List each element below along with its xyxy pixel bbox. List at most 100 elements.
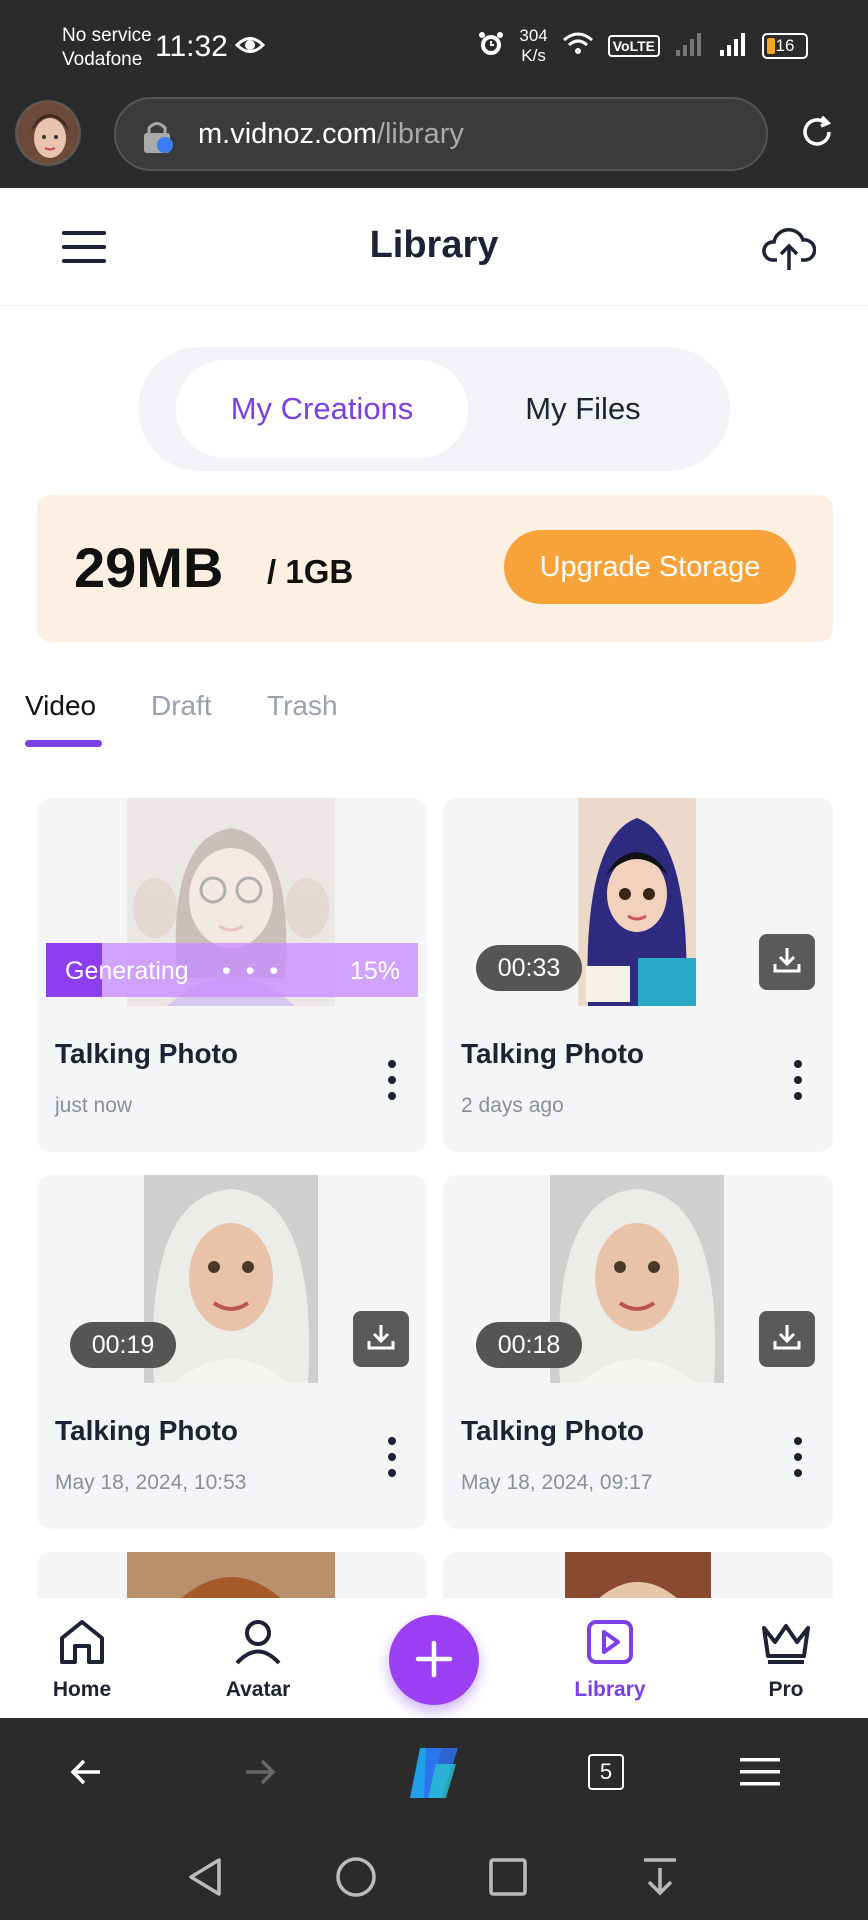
download-button[interactable] [353, 1311, 409, 1367]
back-arrow-icon[interactable] [68, 1754, 104, 1795]
eye-icon [234, 34, 266, 61]
forward-arrow-icon[interactable] [242, 1754, 278, 1795]
more-options-icon[interactable] [387, 1437, 397, 1477]
subtab-draft[interactable]: Draft [151, 690, 212, 722]
video-thumbnail[interactable] [565, 1552, 711, 1598]
carrier-line2: Vodafone [62, 49, 143, 70]
net-speed-unit: K/s [521, 46, 546, 65]
plus-icon [414, 1639, 454, 1682]
download-icon [365, 1321, 397, 1358]
nav-avatar-label: Avatar [225, 1678, 291, 1701]
card-title: Talking Photo [55, 1415, 239, 1446]
download-icon [771, 944, 803, 981]
more-options-icon[interactable] [793, 1437, 803, 1477]
video-card[interactable]: Generating • • • 15% Talking Photo just … [37, 798, 427, 1152]
clock: 11:32 [155, 30, 228, 63]
more-options-icon[interactable] [387, 1060, 397, 1100]
lock-icon[interactable] [138, 117, 178, 162]
storage-total: / 1GB [267, 553, 354, 590]
browser-menu-icon[interactable] [738, 1754, 782, 1795]
alarm-icon [477, 30, 505, 63]
bottom-navigation: Home Avatar Library Pro [0, 1598, 868, 1718]
status-icons: 304 K/s VoLTE 16 [477, 26, 808, 66]
tab-switcher-button[interactable]: 5 [588, 1754, 624, 1790]
volte-badge: VoLTE [607, 35, 660, 57]
cloud-upload-icon[interactable] [762, 224, 817, 277]
carrier-line1: No service [62, 25, 152, 46]
nav-home[interactable]: Home [22, 1618, 142, 1702]
hijab-cartoon-thumbnail [578, 798, 696, 1006]
loading-dots-icon: • • • [222, 957, 283, 985]
system-navigation [0, 1830, 868, 1920]
create-button[interactable] [389, 1615, 479, 1705]
duration-badge: 00:19 [70, 1322, 176, 1368]
storage-card: 29MB / 1GB Upgrade Storage [37, 495, 833, 642]
signal-off-icon [674, 30, 704, 63]
card-timestamp: May 18, 2024, 09:17 [461, 1471, 653, 1494]
nav-library[interactable]: Library [550, 1618, 670, 1702]
library-segment: My Creations My Files [138, 347, 730, 471]
carrier-info: No service Vodafone [62, 24, 152, 72]
card-timestamp: May 18, 2024, 10:53 [55, 1471, 247, 1494]
video-thumbnail[interactable]: 00:33 [443, 798, 833, 1006]
video-thumbnail[interactable]: 00:19 [37, 1175, 427, 1383]
video-thumbnail[interactable]: Generating • • • 15% [37, 798, 427, 1006]
video-thumbnail[interactable]: 00:18 [443, 1175, 833, 1383]
battery-level: 16 [775, 36, 795, 55]
video-card-partial[interactable] [37, 1552, 427, 1598]
video-thumbnail[interactable] [127, 1552, 335, 1598]
battery-icon: 16 [762, 33, 808, 59]
progress-percent: 15% [349, 957, 400, 985]
storage-used: 29MB [74, 536, 224, 599]
download-button[interactable] [759, 1311, 815, 1367]
upgrade-storage-button[interactable]: Upgrade Storage [504, 530, 796, 604]
video-card[interactable]: 00:18 Talking Photo May 18, 2024, 09:17 [443, 1175, 833, 1529]
reload-icon[interactable] [796, 111, 838, 158]
duration-badge: 00:18 [476, 1322, 582, 1368]
video-card[interactable]: 00:19 Talking Photo May 18, 2024, 10:53 [37, 1175, 427, 1529]
url-text[interactable]: m.vidnoz.com/library [198, 118, 464, 151]
active-tab-indicator [25, 740, 102, 747]
avatar-icon [233, 1620, 283, 1671]
card-title: Talking Photo [55, 1038, 239, 1069]
more-options-icon[interactable] [793, 1060, 803, 1100]
tab-my-files[interactable]: My Files [468, 360, 698, 458]
browser-url-bar: m.vidnoz.com/library [0, 95, 868, 188]
nav-pro-label: Pro [768, 1678, 804, 1701]
browser-toolbar: 5 [0, 1718, 868, 1830]
profile-avatar[interactable] [15, 100, 81, 166]
nav-avatar[interactable]: Avatar [198, 1618, 318, 1702]
copilot-icon[interactable] [402, 1744, 466, 1807]
address-bar[interactable]: m.vidnoz.com/library [114, 97, 768, 171]
card-title: Talking Photo [461, 1415, 645, 1446]
page-title: Library [369, 224, 499, 266]
app-header: Library [0, 188, 868, 306]
url-path: /library [376, 117, 464, 150]
video-card-partial[interactable] [443, 1552, 833, 1598]
crown-icon [759, 1624, 813, 1671]
video-grid: Generating • • • 15% Talking Photo just … [37, 798, 833, 1598]
system-home-icon[interactable] [335, 1856, 377, 1903]
card-timestamp: 2 days ago [461, 1094, 564, 1117]
generating-label: Generating [65, 957, 189, 985]
subtab-video[interactable]: Video [25, 690, 96, 722]
notification-pulldown-icon[interactable] [640, 1856, 680, 1903]
system-back-icon[interactable] [185, 1856, 225, 1903]
video-card[interactable]: 00:33 Talking Photo 2 days ago [443, 798, 833, 1152]
net-speed: 304 K/s [519, 26, 547, 66]
generating-progress-bar: Generating • • • 15% [46, 943, 418, 997]
subtab-trash[interactable]: Trash [267, 690, 338, 722]
download-button[interactable] [759, 934, 815, 990]
download-icon [771, 1321, 803, 1358]
wifi-icon [562, 31, 594, 62]
tab-my-creations[interactable]: My Creations [176, 360, 468, 458]
status-bar: No service Vodafone 11:32 304 K/s VoLTE … [0, 0, 868, 95]
home-icon [57, 1620, 107, 1671]
nav-pro[interactable]: Pro [726, 1618, 846, 1702]
system-recents-icon[interactable] [488, 1856, 528, 1903]
card-timestamp: just now [55, 1094, 133, 1117]
nav-home-label: Home [52, 1678, 112, 1701]
card-title: Talking Photo [461, 1038, 645, 1069]
duration-badge: 00:33 [476, 945, 582, 991]
signal-icon [718, 30, 748, 63]
